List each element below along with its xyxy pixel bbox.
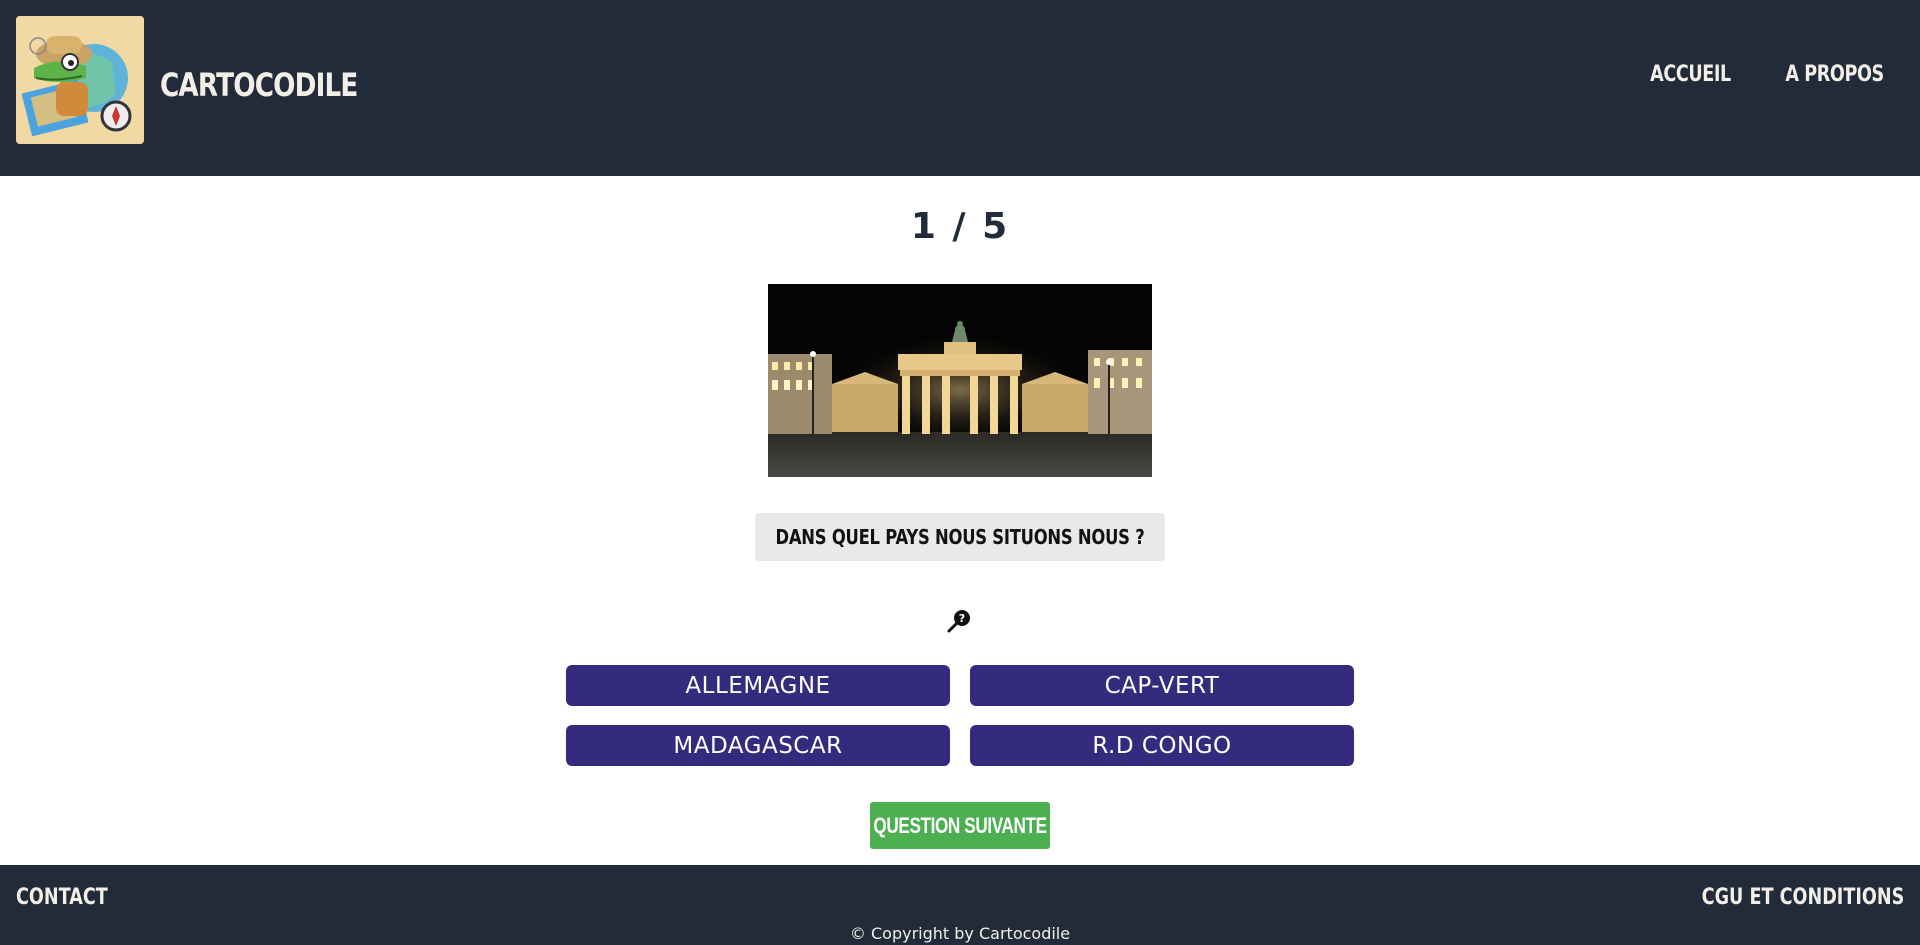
main-nav: ACCUEIL A PROPOS xyxy=(1640,62,1896,87)
site-title[interactable]: CARTOCODILE xyxy=(160,66,358,104)
next-question-label: QUESTION SUIVANTE xyxy=(873,812,1047,838)
question-box: DANS QUEL PAYS NOUS SITUONS NOUS ? xyxy=(755,513,1165,561)
question-photo xyxy=(768,284,1152,477)
brandenburg-gate-photo xyxy=(768,284,1152,477)
hint-button[interactable]: ? xyxy=(946,607,974,635)
question-text: DANS QUEL PAYS NOUS SITUONS NOUS ? xyxy=(775,525,1145,549)
answer-button-madagascar[interactable]: MADAGASCAR xyxy=(566,725,950,766)
magnifier-question-icon: ? xyxy=(947,610,970,633)
question-counter: 1 / 5 xyxy=(910,206,1010,247)
footer-contact-link[interactable]: CONTACT xyxy=(16,885,108,910)
answer-button-rd-congo[interactable]: R.D CONGO xyxy=(970,725,1354,766)
answer-button-allemagne[interactable]: ALLEMAGNE xyxy=(566,665,950,706)
nav-a-propos[interactable]: A PROPOS xyxy=(1785,62,1884,87)
site-header: CARTOCODILE ACCUEIL A PROPOS xyxy=(0,0,1920,176)
next-question-button[interactable]: QUESTION SUIVANTE xyxy=(870,802,1050,849)
copyright-text: © Copyright by Cartocodile xyxy=(849,924,1071,943)
site-footer: CONTACT CGU ET CONDITIONS © Copyright by… xyxy=(0,865,1920,945)
svg-text:?: ? xyxy=(959,612,965,625)
crocodile-mascot-icon xyxy=(16,16,144,144)
logo-crocodile[interactable] xyxy=(16,16,144,144)
nav-accueil[interactable]: ACCUEIL xyxy=(1650,62,1731,87)
answer-button-cap-vert[interactable]: CAP-VERT xyxy=(970,665,1354,706)
footer-cgu-link[interactable]: CGU ET CONDITIONS xyxy=(1701,885,1904,910)
